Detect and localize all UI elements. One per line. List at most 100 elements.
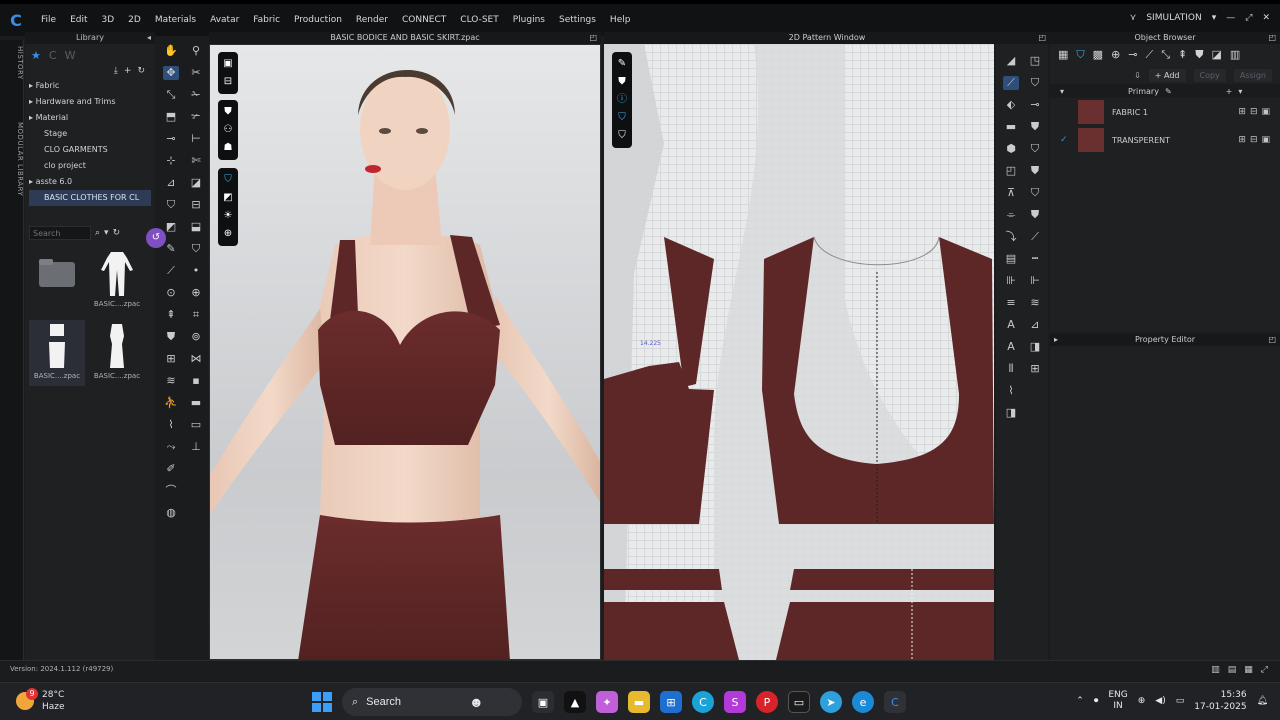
minimize-icon[interactable]: — xyxy=(1226,13,1235,23)
task-view-icon[interactable]: ▣ xyxy=(532,691,554,713)
file-explorer-icon[interactable]: ▬ xyxy=(628,691,650,713)
menu-help[interactable]: Help xyxy=(603,15,638,25)
library-item-garment[interactable]: BASIC....zpac xyxy=(89,320,145,386)
walk-tool-icon[interactable]: ⚲ xyxy=(188,44,204,58)
snapchat-app-icon[interactable]: S xyxy=(724,691,746,713)
multi-sew-icon[interactable]: ⛊ xyxy=(1027,208,1043,222)
add-icon[interactable]: + xyxy=(124,66,132,76)
texture-tool-icon[interactable]: ◩ xyxy=(163,220,179,234)
maximize-icon[interactable]: ◰ xyxy=(1268,32,1276,44)
fold-tool-icon[interactable]: ⬒ xyxy=(163,110,179,124)
graduate-tool-icon[interactable]: ⊩ xyxy=(1027,274,1043,288)
download-icon[interactable]: ⤓ xyxy=(114,66,118,76)
zipper-tab-icon[interactable]: ⇞ xyxy=(1178,48,1187,62)
button-tab-icon[interactable]: ⊕ xyxy=(1111,48,1120,62)
measure-tool-icon[interactable]: ⊿ xyxy=(163,176,179,190)
store-app-icon[interactable]: ⊞ xyxy=(660,691,682,713)
library-item-garment[interactable]: BASIC....zpac xyxy=(89,248,145,314)
fabric-swatch[interactable] xyxy=(1078,100,1104,124)
zipper-tool-icon[interactable]: ⇞ xyxy=(163,308,179,322)
shirt-icon[interactable]: ⛊ xyxy=(618,76,626,88)
menu-edit[interactable]: Edit xyxy=(63,15,94,25)
canva-app-icon[interactable]: C xyxy=(692,691,714,713)
trim-tool-icon[interactable]: ⊞ xyxy=(163,352,179,366)
pencil-tool-icon[interactable]: ✐ xyxy=(163,462,179,476)
paint-tool-icon[interactable]: ◨ xyxy=(1003,406,1019,420)
microphone-icon[interactable]: ⏺ xyxy=(1094,696,1099,706)
adjust-tool-icon[interactable]: ◢ xyxy=(1003,54,1019,68)
maximize-icon[interactable]: ◰ xyxy=(1268,334,1276,346)
edit-tool-icon[interactable]: ✎ xyxy=(163,242,179,256)
expand-arrow-icon[interactable]: ▸ xyxy=(1054,334,1058,346)
fabric-tool-icon[interactable]: ⛉ xyxy=(188,242,204,256)
clo-tab-icon[interactable]: C xyxy=(49,49,57,62)
fabric-tab-icon[interactable]: ⛉ xyxy=(1076,48,1084,62)
point-tool-icon[interactable]: • xyxy=(188,264,204,278)
cube-view-icon[interactable]: ▣ xyxy=(223,58,232,70)
internal-shape-icon[interactable]: ◰ xyxy=(1003,164,1019,178)
fabric-list-item[interactable]: ✓ TRANSPERENT ⊞ ⊟ ▣ xyxy=(1050,126,1280,154)
brush-pattern-icon[interactable]: ⌇ xyxy=(1003,384,1019,398)
clo-taskbar-icon[interactable]: C xyxy=(884,691,906,713)
segment-sew-icon[interactable]: ⛉ xyxy=(1027,142,1043,156)
refresh-icon[interactable]: ↻ xyxy=(137,66,145,76)
refresh-icon[interactable]: ↻ xyxy=(113,228,121,238)
fabric-list-item[interactable]: FABRIC 1 ⊞ ⊟ ▣ xyxy=(1050,98,1280,126)
primary-colorway-row[interactable]: ▾ Primary ✎ + ▾ xyxy=(1050,84,1280,98)
3d-viewport[interactable] xyxy=(209,44,601,660)
flat-tool-icon[interactable]: ▭ xyxy=(188,418,204,432)
notification-bell-icon[interactable]: 🔔︎ xyxy=(1257,696,1268,706)
colorway-tab-icon[interactable]: ◪ xyxy=(1211,48,1221,62)
avatar-tool-icon[interactable]: ⛹ xyxy=(163,396,179,410)
trim-tab-icon[interactable]: ⛊ xyxy=(1195,48,1203,62)
view-split-icon[interactable]: ▤ xyxy=(1228,665,1237,675)
arc-app-icon[interactable]: ▲ xyxy=(564,691,586,713)
add-button[interactable]: + Add xyxy=(1148,68,1186,82)
puckering-tool-icon[interactable]: ≋ xyxy=(163,374,179,388)
clock[interactable]: 15:36 17-01-2025 xyxy=(1194,689,1246,713)
transform-tool-icon[interactable]: ⤡ xyxy=(163,88,179,102)
strap-tool-icon[interactable]: ⌗ xyxy=(188,308,204,322)
asset-tab-icon[interactable]: W xyxy=(65,49,76,62)
graphic-tab-icon[interactable]: ▩ xyxy=(1093,48,1103,62)
2d-pattern-window[interactable]: 14.225 xyxy=(604,44,994,660)
dart-tool-icon[interactable]: ⊼ xyxy=(1003,186,1019,200)
fit-tool-icon[interactable]: ⊟ xyxy=(188,198,204,212)
clo-logo-icon[interactable]: C xyxy=(6,10,26,30)
network-icon[interactable]: ⊕ xyxy=(1138,696,1146,706)
settings-icon[interactable]: ▣ xyxy=(1261,135,1270,145)
settings-icon[interactable]: ▣ xyxy=(1261,107,1270,117)
volume-icon[interactable]: ◀) xyxy=(1155,696,1165,706)
menu-production[interactable]: Production xyxy=(287,15,349,25)
layers-icon[interactable]: ⊟ xyxy=(224,76,232,88)
view-grid-icon[interactable]: ▦ xyxy=(1244,665,1253,675)
light-icon[interactable]: ☀ xyxy=(224,210,233,222)
square-tool-icon[interactable]: ▪ xyxy=(188,374,204,388)
language-indicator[interactable]: ENG IN xyxy=(1108,690,1127,712)
assign-button[interactable]: Assign xyxy=(1233,68,1272,82)
windows-start-icon[interactable] xyxy=(312,692,332,712)
grid-layout-icon[interactable]: ⊞ xyxy=(1027,362,1043,376)
seam-edit-icon[interactable]: ⊸ xyxy=(1027,98,1043,112)
tab-history[interactable]: HISTORY xyxy=(0,40,24,86)
annotation-tool-icon[interactable]: ⊿ xyxy=(1027,318,1043,332)
move-tool-icon[interactable]: ✥ xyxy=(163,66,179,80)
shape-tool-icon[interactable]: ◪ xyxy=(188,176,204,190)
import-icon[interactable]: ⇩ xyxy=(1134,71,1141,80)
camera-tool-icon[interactable]: ▤ xyxy=(1003,252,1019,266)
line-weight-icon[interactable]: ≡ xyxy=(1003,296,1019,310)
mark-tool-icon[interactable]: ⊥ xyxy=(188,440,204,454)
texture-2d-icon[interactable]: ◨ xyxy=(1027,340,1043,354)
rectangle-tool-icon[interactable]: ▬ xyxy=(1003,120,1019,134)
pinterest-app-icon[interactable]: P xyxy=(756,691,778,713)
mode-selector[interactable]: SIMULATION xyxy=(1146,13,1201,23)
menu-render[interactable]: Render xyxy=(349,15,395,25)
tree-item-stage[interactable]: Stage xyxy=(29,126,151,142)
add-colorway-icon[interactable]: + xyxy=(1226,87,1233,96)
menu-3d[interactable]: 3D xyxy=(95,15,122,25)
more-icon[interactable]: ▾ xyxy=(1238,87,1242,96)
tree-item-hardware[interactable]: ▸ Hardware and Trims xyxy=(29,94,151,110)
buttonhole-tab-icon[interactable]: ⊸ xyxy=(1128,48,1137,62)
dropdown-icon[interactable]: ▾ xyxy=(104,228,109,238)
copy-icon[interactable]: ⊟ xyxy=(1250,135,1258,145)
